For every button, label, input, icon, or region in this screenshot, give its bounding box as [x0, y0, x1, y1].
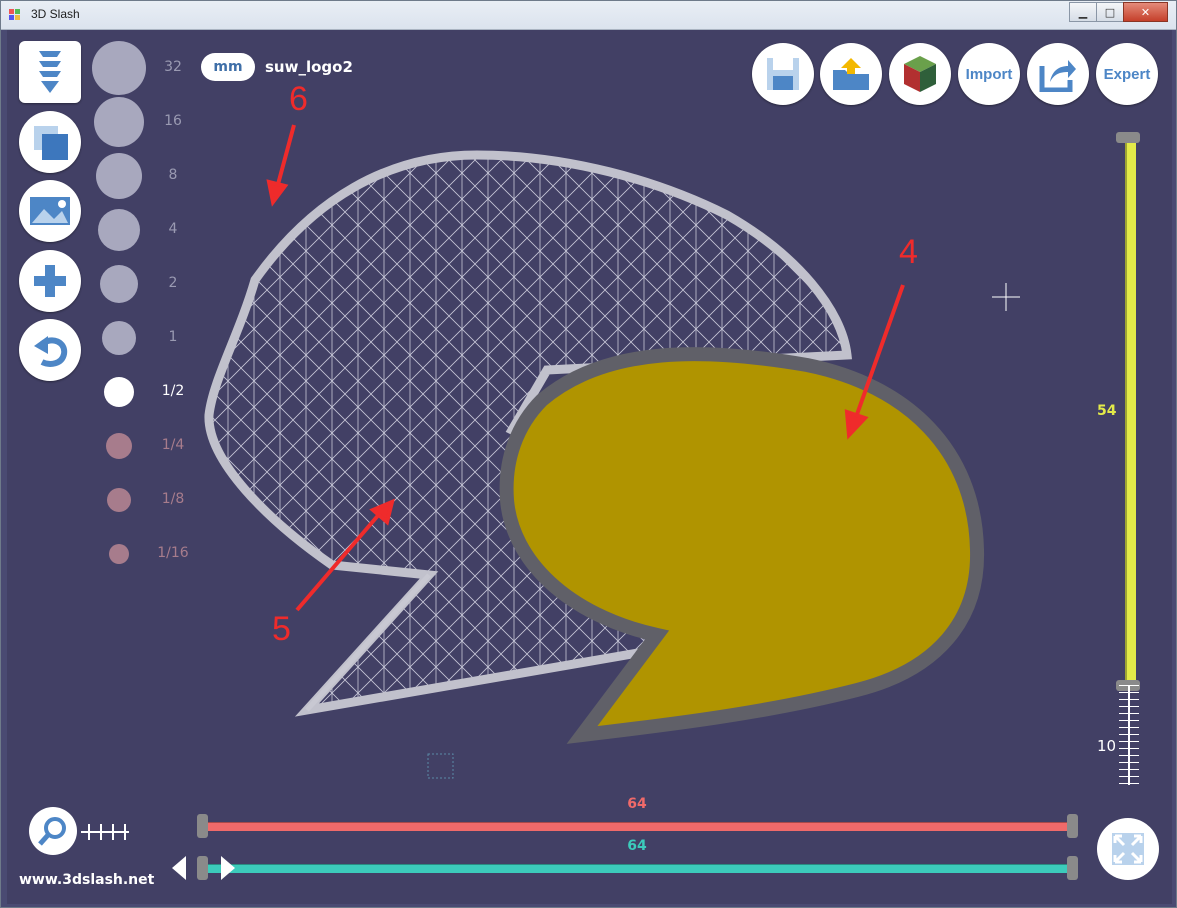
brush-size-9-dot[interactable]	[109, 544, 129, 564]
teal-slider-right-handle[interactable]	[1067, 856, 1078, 880]
brush-size-5-dot[interactable]	[102, 321, 136, 355]
share-button[interactable]	[1027, 43, 1089, 105]
maximize-button[interactable]: □	[1096, 2, 1124, 22]
color-cube-icon	[904, 56, 936, 92]
brush-size-8-dot[interactable]	[107, 488, 131, 512]
import-button[interactable]: Import	[958, 43, 1020, 105]
share-icon	[1039, 60, 1076, 92]
vertical-depth-slider[interactable]	[1125, 140, 1136, 685]
website-link[interactable]: www.3dslash.net	[19, 872, 154, 888]
image-icon	[30, 197, 70, 225]
brush-size-label: 4	[168, 221, 178, 237]
annotation-label-4: 4	[899, 233, 918, 271]
brush-size-label: 8	[168, 167, 178, 183]
brush-size-label: 1/16	[157, 545, 189, 561]
expert-button[interactable]: Expert	[1096, 43, 1158, 105]
red-slider-right-handle[interactable]	[1067, 814, 1078, 838]
teal-slider-left-handle[interactable]	[197, 856, 208, 880]
window-title: 3D Slash	[31, 7, 80, 21]
unit-toggle-button[interactable]: mm	[201, 53, 255, 81]
close-button[interactable]: ✕	[1123, 2, 1168, 22]
app-logo-icon	[9, 9, 23, 21]
rotate-left-arrow-icon[interactable]	[172, 856, 186, 880]
red-slider-value: 64	[627, 796, 647, 812]
brush-size-1-dot[interactable]	[94, 97, 144, 147]
file-name: suw_logo2	[265, 58, 353, 76]
magnifier-icon	[38, 817, 66, 846]
rotate-right-arrow-icon[interactable]	[221, 856, 235, 880]
workspace-canvas[interactable]: 4 5 6 32 16 8 4 2 1 1/2 1/4 1/8 1/16 mm …	[7, 30, 1172, 904]
open-folder-icon	[833, 58, 869, 90]
save-button[interactable]	[752, 43, 814, 105]
teal-slider-value: 64	[627, 838, 647, 854]
plus-icon	[34, 265, 66, 297]
3d-view-button[interactable]	[889, 43, 951, 105]
selection-cursor	[427, 753, 454, 779]
brush-size-label: 16	[164, 113, 182, 129]
brush-size-6-dot[interactable]	[104, 377, 134, 407]
vertical-slider-bottom-value: 10	[1097, 737, 1117, 755]
model-viewport[interactable]	[7, 30, 1172, 904]
add-tool-button[interactable]	[19, 250, 81, 312]
brush-size-label: 32	[164, 59, 182, 75]
red-width-slider[interactable]	[203, 822, 1070, 831]
brush-size-7-dot[interactable]	[106, 433, 132, 459]
undo-icon	[34, 336, 68, 367]
cube-tool-button[interactable]	[19, 111, 81, 173]
brush-size-label: 1	[168, 329, 178, 345]
undo-tool-button[interactable]	[19, 319, 81, 381]
drill-icon	[39, 51, 61, 93]
open-button[interactable]	[820, 43, 882, 105]
title-bar: 3D Slash ▁ □ ✕	[1, 1, 1176, 30]
save-icon	[767, 58, 799, 90]
fullscreen-icon	[1112, 833, 1144, 865]
red-slider-left-handle[interactable]	[197, 814, 208, 838]
brush-size-3-dot[interactable]	[98, 209, 140, 251]
cube-icon	[34, 126, 68, 160]
brush-size-label: 2	[168, 275, 178, 291]
fullscreen-button[interactable]	[1097, 818, 1159, 880]
slash-tool-button[interactable]	[19, 41, 81, 103]
annotation-label-5: 5	[272, 610, 291, 648]
brush-size-label: 1/4	[161, 437, 185, 453]
image-tool-button[interactable]	[19, 180, 81, 242]
app-window: 3D Slash ▁ □ ✕ 4 5 6 32 16 8 4 2 1 1/2 1…	[0, 0, 1177, 908]
vertical-slider-ticks	[1119, 685, 1139, 785]
annotation-label-6: 6	[289, 80, 308, 118]
brush-size-4-dot[interactable]	[100, 265, 138, 303]
teal-width-slider[interactable]	[203, 864, 1070, 873]
brush-size-0-dot[interactable]	[92, 41, 146, 95]
zoom-button[interactable]	[29, 807, 77, 855]
brush-size-label: 1/8	[161, 491, 185, 507]
brush-size-2-dot[interactable]	[96, 153, 142, 199]
brush-size-label: 1/2	[161, 383, 185, 399]
minimize-button[interactable]: ▁	[1069, 2, 1097, 22]
zoom-slider[interactable]	[81, 822, 129, 842]
crosshair-cursor	[992, 283, 1020, 311]
vertical-slider-top-handle[interactable]	[1116, 132, 1140, 143]
yellow-bubble	[499, 347, 985, 744]
vertical-slider-top-value: 54	[1097, 403, 1117, 419]
